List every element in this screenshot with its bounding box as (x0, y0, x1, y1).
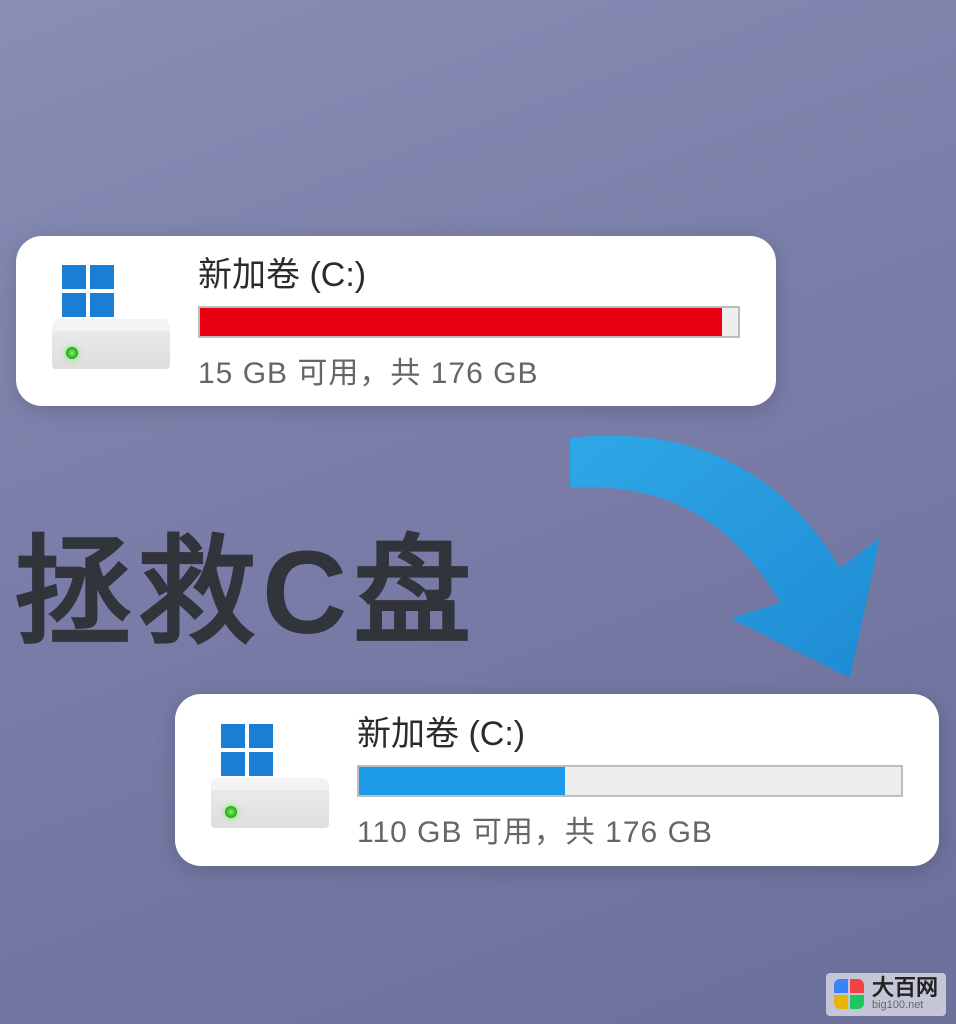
drive-info-after: 新加卷 (C:) 110 GB 可用，共 176 GB (357, 706, 903, 851)
storage-fill (359, 767, 565, 795)
arrow-icon (530, 408, 930, 708)
windows-logo-icon (221, 724, 273, 776)
drive-info-before: 新加卷 (C:) 15 GB 可用，共 176 GB (198, 247, 740, 392)
storage-bar (198, 306, 740, 338)
drive-status: 15 GB 可用，共 176 GB (198, 348, 740, 392)
drive-card-after: 新加卷 (C:) 110 GB 可用，共 176 GB (175, 694, 939, 866)
disk-icon (211, 778, 329, 828)
drive-card-before: 新加卷 (C:) 15 GB 可用，共 176 GB (16, 236, 776, 406)
storage-bar (357, 765, 903, 797)
drive-label: 新加卷 (C:) (198, 247, 740, 296)
disk-icon (52, 319, 170, 369)
watermark-logo-icon (834, 979, 864, 1009)
watermark-url: big100.net (872, 999, 938, 1012)
windows-logo-icon (62, 265, 114, 317)
drive-icon (52, 269, 170, 369)
watermark-title: 大百网 (872, 977, 938, 999)
watermark: 大百网 big100.net (826, 973, 946, 1016)
drive-icon (211, 728, 329, 828)
drive-label: 新加卷 (C:) (357, 706, 903, 755)
drive-status: 110 GB 可用，共 176 GB (357, 807, 903, 851)
headline-text: 拯救C盘 (14, 496, 477, 667)
storage-fill (200, 308, 722, 336)
